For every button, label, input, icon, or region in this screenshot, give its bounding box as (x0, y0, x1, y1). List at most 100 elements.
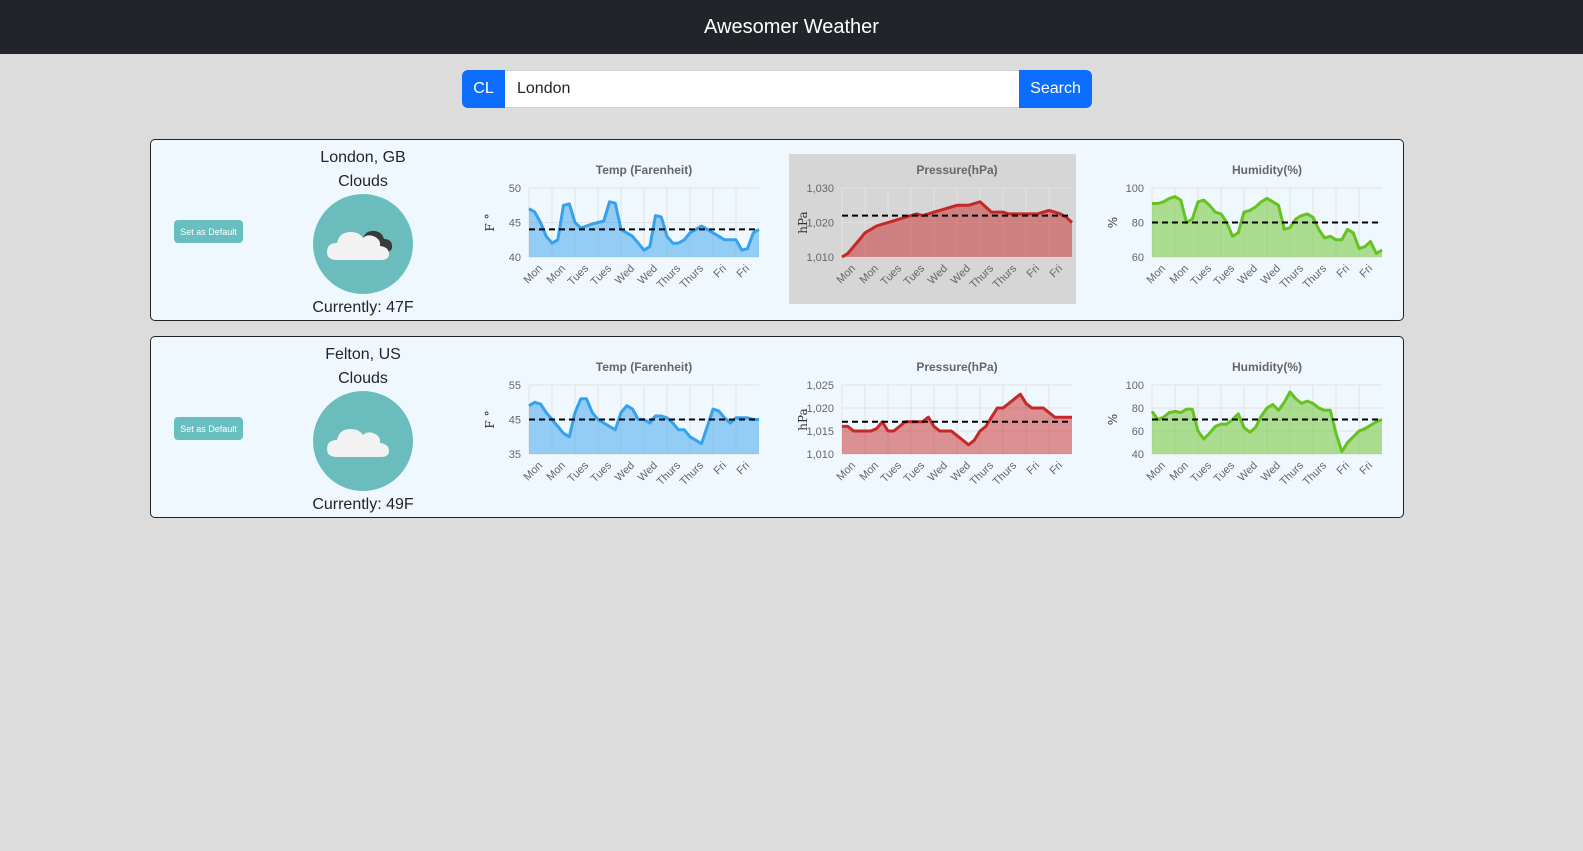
search-bar: CL Search (462, 70, 1092, 108)
set-default-button[interactable]: Set as Default (174, 417, 243, 440)
chart-title: Temp (Farenheit) (596, 360, 692, 374)
chart-title: Humidity(%) (1232, 360, 1302, 374)
current-temperature: Currently: 49F (312, 496, 414, 513)
y-tick-label: 40 (1132, 449, 1144, 461)
x-tick-label: Tues (589, 262, 615, 288)
x-tick-label: Thurs (655, 459, 684, 488)
x-tick-label: Fri (1025, 263, 1043, 281)
x-tick-label: Thurs (991, 459, 1020, 488)
x-tick-label: Wed (613, 263, 637, 287)
x-tick-label: Mon (834, 460, 858, 484)
x-tick-label: Thurs (1278, 459, 1307, 488)
series-area (1152, 196, 1382, 257)
x-tick-label: Mon (834, 263, 858, 287)
chart-title: Pressure(hPa) (916, 163, 997, 177)
x-tick-label: Fri (1358, 460, 1376, 478)
app-title: Awesomer Weather (704, 15, 879, 38)
temperature-chart: Temp (Farenheit) F ° 55 45 35 Mon Mon Tues Tues W… (476, 351, 763, 501)
x-tick-label: Fri (735, 263, 753, 281)
x-tick-label: Wed (613, 460, 637, 484)
location-info: London, GB Clouds Currently: 47F (288, 146, 438, 320)
chart-svg: Humidity(%)%100806040Mon MonTuesTuesWedWe… (1106, 360, 1383, 488)
location-name: Felton, US (325, 346, 401, 363)
x-tick-label: Fri (712, 460, 730, 478)
x-tick-label: Tues (1212, 262, 1238, 288)
y-tick-label: 1,010 (806, 449, 834, 461)
y-axis-label: F ° (483, 410, 497, 428)
chart-svg: Temp (Farenheit)F °554535Mon MonTuesTuesW… (483, 360, 759, 488)
search-input[interactable] (505, 70, 1019, 108)
location-info: Felton, US Clouds Currently: 49F (288, 343, 438, 517)
set-default-button[interactable]: Set as Default (174, 220, 243, 243)
x-tick-label: Tues (1189, 262, 1215, 288)
y-tick-label: 100 (1126, 380, 1144, 392)
x-tick-label: Wed (1236, 460, 1260, 484)
x-tick-label: Fri (1048, 263, 1066, 281)
x-tick-label: Wed (926, 263, 950, 287)
clouds-icon (313, 391, 413, 491)
x-tick-label: Thurs (968, 262, 997, 291)
navbar: Awesomer Weather (0, 0, 1583, 54)
x-tick-label: Fri (735, 460, 753, 478)
y-tick-label: 60 (1132, 426, 1144, 438)
x-tick-label: Fri (1048, 460, 1066, 478)
y-tick-label: 1,015 (806, 426, 834, 438)
clouds-night-icon (313, 194, 413, 294)
x-tick-label: Thurs (655, 262, 684, 291)
location-name: London, GB (320, 149, 406, 166)
x-tick-label: Fri (1335, 460, 1353, 478)
x-tick-label: Tues (879, 262, 905, 288)
x-tick-label: Mon (857, 460, 881, 484)
x-tick-label: Mon (521, 263, 545, 287)
pressure-chart: Pressure(hPa) hPa 1,030 1,020 1,010 Mon Mon Tue… (789, 154, 1076, 304)
x-tick-label: Fri (1358, 263, 1376, 281)
y-axis-label: % (1106, 217, 1120, 228)
weather-condition: Clouds (338, 370, 388, 387)
weather-condition: Clouds (338, 173, 388, 190)
x-tick-label: Mon (544, 263, 568, 287)
y-axis-label: F ° (483, 213, 497, 231)
chart-title: Temp (Farenheit) (596, 163, 692, 177)
x-tick-label: Fri (712, 263, 730, 281)
y-tick-label: 1,025 (806, 380, 834, 392)
y-tick-label: 1,010 (806, 252, 834, 264)
x-tick-label: Tues (902, 459, 928, 485)
y-tick-label: 1,020 (806, 403, 834, 415)
x-tick-label: Thurs (1301, 459, 1330, 488)
y-tick-label: 50 (509, 183, 521, 195)
x-tick-label: Mon (1144, 460, 1168, 484)
y-tick-label: 1,030 (806, 183, 834, 195)
x-tick-label: Tues (589, 459, 615, 485)
current-temperature: Currently: 47F (312, 299, 414, 316)
y-tick-label: 45 (509, 218, 521, 230)
chart-svg: Pressure(hPa)hPa1,0251,0201,0151,010Mon M… (796, 360, 1072, 488)
cl-button[interactable]: CL (462, 70, 505, 108)
x-tick-label: Tues (1189, 459, 1215, 485)
x-tick-label: Tues (879, 459, 905, 485)
chart-svg: Temp (Farenheit)F °504540Mon MonTuesTuesW… (483, 163, 760, 291)
y-tick-label: 60 (1132, 252, 1144, 264)
search-button[interactable]: Search (1019, 70, 1092, 108)
x-tick-label: Thurs (1278, 262, 1307, 291)
humidity-chart: Humidity(%)% 100 80 60 40 Mon Mon Tues Tues Wed We… (1099, 351, 1386, 501)
x-tick-label: Mon (1144, 263, 1168, 287)
x-tick-label: Thurs (991, 262, 1020, 291)
x-tick-label: Mon (544, 460, 568, 484)
chart-svg: Humidity(%)%1008060Mon MonTuesTuesWedWedT… (1106, 163, 1383, 291)
location-card: Set as Default Felton, US Clouds Currently:… (150, 336, 1404, 518)
x-tick-label: Tues (566, 459, 592, 485)
x-tick-label: Mon (1167, 263, 1191, 287)
location-card: Set as Default London, GB Clouds Currently:… (150, 139, 1404, 321)
x-tick-label: Thurs (1301, 262, 1330, 291)
y-tick-label: 45 (509, 415, 521, 427)
y-tick-label: 1,020 (806, 218, 834, 230)
y-tick-label: 55 (509, 380, 521, 392)
x-tick-label: Thurs (678, 459, 707, 488)
x-tick-label: Tues (1212, 459, 1238, 485)
y-tick-label: 80 (1132, 218, 1144, 230)
x-tick-label: Wed (1236, 263, 1260, 287)
x-tick-label: Mon (1167, 460, 1191, 484)
y-tick-label: 100 (1126, 183, 1144, 195)
x-tick-label: Thurs (968, 459, 997, 488)
x-tick-label: Thurs (678, 262, 707, 291)
